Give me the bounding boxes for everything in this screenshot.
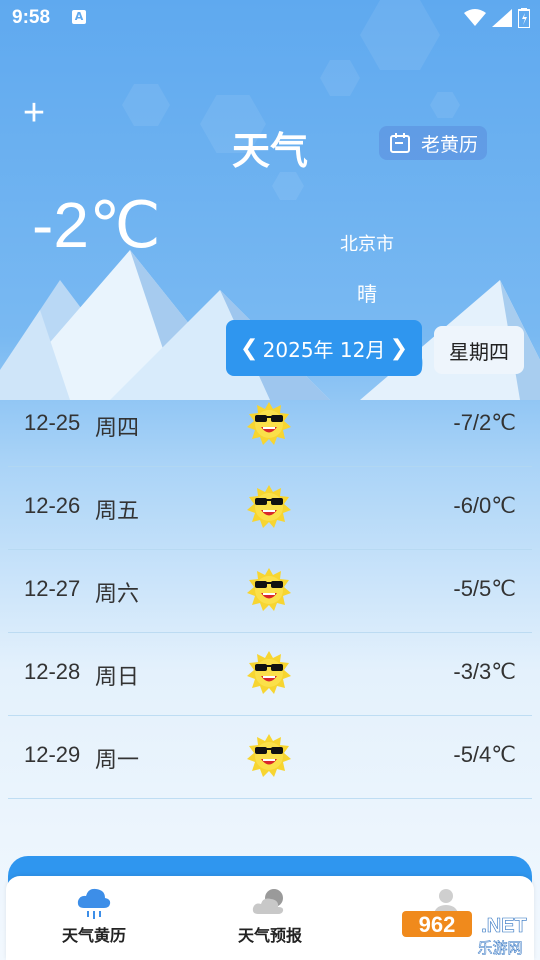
sunny-sunglasses-icon — [247, 734, 291, 777]
svg-text:.NET: .NET — [481, 915, 527, 937]
month-picker: ❮ 2025年 12月 ❯ — [226, 320, 422, 376]
battery-icon — [518, 8, 530, 28]
nav-label: 天气黄历 — [61, 926, 126, 945]
status-icons — [464, 6, 530, 30]
wifi-icon — [464, 9, 486, 26]
forecast-row[interactable]: 12-28 周日 -3/3℃ — [8, 633, 532, 716]
almanac-button-label: 老黄历 — [421, 133, 479, 156]
nav-label: 天气预报 — [237, 926, 302, 945]
city-name: 北京市 — [340, 234, 394, 255]
calendar-icon — [390, 133, 410, 153]
forecast-temp: -7/2℃ — [453, 410, 516, 435]
forecast-temp: -5/5℃ — [453, 576, 516, 601]
current-temperature: -2℃ — [32, 189, 161, 261]
status-bar: 9:58 A — [0, 0, 540, 38]
chevron-right-icon[interactable]: ❯ — [390, 336, 408, 361]
forecast-date: 12-26 — [24, 493, 81, 518]
cloudy-icon — [252, 889, 284, 914]
forecast-row[interactable]: 12-27 周六 -5/5℃ — [8, 550, 532, 633]
sunny-sunglasses-icon — [247, 568, 291, 611]
forecast-weekday: 周五 — [95, 499, 140, 524]
nav-item-almanac[interactable]: 天气黄历 — [6, 876, 182, 960]
sunny-sunglasses-icon — [247, 485, 291, 528]
status-time: 9:58 — [12, 7, 51, 28]
month-label: 2025年 12月 — [262, 337, 386, 362]
weather-condition: 晴 — [357, 282, 377, 306]
forecast-temp: -5/4℃ — [453, 742, 516, 767]
forecast-weekday: 周四 — [95, 416, 140, 441]
forecast-date: 12-25 — [24, 410, 81, 435]
forecast-row[interactable]: 12-29 周一 -5/4℃ — [8, 716, 532, 799]
almanac-button[interactable]: 老黄历 — [379, 126, 487, 160]
notification-icon: A — [72, 10, 86, 24]
nav-item-forecast[interactable]: 天气预报 — [182, 876, 358, 960]
sunny-sunglasses-icon — [247, 402, 291, 445]
forecast-list: 12-25 周四 -7/2℃ 12-26 周五 -6/0℃ 12-27 周六 -… — [0, 384, 540, 854]
signal-icon — [492, 9, 512, 27]
weekday-badge: 星期四 — [434, 326, 524, 374]
rain-cloud-icon — [77, 888, 111, 919]
forecast-temp: -6/0℃ — [453, 493, 516, 518]
forecast-weekday: 周一 — [95, 748, 140, 773]
forecast-date: 12-27 — [24, 576, 81, 601]
forecast-date: 12-28 — [24, 659, 81, 684]
chevron-left-icon[interactable]: ❮ — [240, 336, 258, 361]
hex-decoration — [272, 172, 304, 200]
forecast-row[interactable]: 12-26 周五 -6/0℃ — [8, 467, 532, 550]
forecast-row[interactable]: 12-25 周四 -7/2℃ — [8, 384, 532, 467]
forecast-temp: -3/3℃ — [453, 659, 516, 684]
forecast-date: 12-29 — [24, 742, 81, 767]
hex-decoration — [430, 92, 460, 118]
forecast-weekday: 周日 — [95, 665, 140, 690]
hex-decoration — [320, 60, 360, 96]
sunny-sunglasses-icon — [247, 651, 291, 694]
svg-text:乐游网: 乐游网 — [477, 939, 522, 957]
watermark-logo: 962 .NET 乐游网 — [402, 911, 527, 957]
forecast-weekday: 周六 — [95, 582, 140, 607]
svg-text:962: 962 — [419, 912, 456, 937]
